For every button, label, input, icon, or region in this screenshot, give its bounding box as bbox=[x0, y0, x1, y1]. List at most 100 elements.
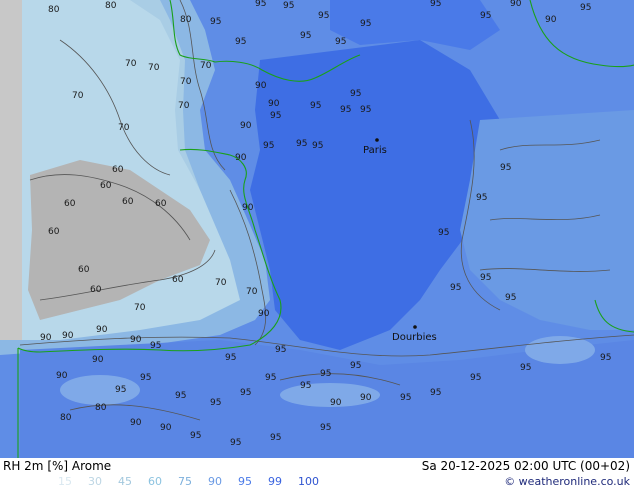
contour-value-label: 90 bbox=[235, 153, 247, 163]
contour-value-label: 80 bbox=[60, 413, 72, 423]
contour-value-label: 95 bbox=[265, 373, 276, 383]
contour-value-label: 95 bbox=[350, 89, 361, 99]
contour-value-label: 95 bbox=[225, 353, 236, 363]
contour-value-label: 95 bbox=[255, 0, 266, 9]
contour-value-label: 95 bbox=[235, 37, 246, 47]
contour-value-label: 90 bbox=[96, 325, 108, 335]
contour-value-label: 90 bbox=[130, 418, 142, 428]
light-patch-2 bbox=[60, 375, 140, 405]
contour-value-label: 95 bbox=[318, 11, 329, 21]
contour-value-label: 95 bbox=[320, 423, 331, 433]
legend-item: 95 bbox=[238, 475, 252, 488]
contour-value-label: 90 bbox=[255, 81, 267, 91]
contour-value-label: 95 bbox=[480, 273, 491, 283]
legend-item: 90 bbox=[208, 475, 222, 488]
contour-value-label: 70 bbox=[148, 63, 160, 73]
map-title: RH 2m [%] Arome bbox=[3, 459, 112, 473]
contour-value-label: 95 bbox=[210, 17, 221, 27]
city-label-paris: Paris bbox=[363, 145, 387, 156]
contour-value-label: 80 bbox=[105, 1, 117, 11]
contour-value-label: 95 bbox=[283, 1, 294, 11]
contour-value-label: 60 bbox=[122, 197, 134, 207]
map-panel: 80 80 80 95 95 95 95 95 95 90 90 95 95 95 95 95 70 70 70 70… bbox=[0, 0, 634, 458]
contour-value-label: 95 bbox=[450, 283, 461, 293]
contour-value-label: 60 bbox=[64, 199, 76, 209]
contour-value-label: 70 bbox=[246, 287, 258, 297]
contour-value-label: 95 bbox=[580, 3, 591, 13]
contour-value-label: 95 bbox=[175, 391, 186, 401]
left-edge-strip bbox=[0, 0, 22, 340]
legend-item: 99 bbox=[268, 475, 282, 488]
contour-value-label: 70 bbox=[125, 59, 137, 69]
contour-value-label: 95 bbox=[480, 11, 491, 21]
legend-item: 15 bbox=[58, 475, 72, 488]
light-patch-1 bbox=[525, 336, 595, 364]
city-label-dourbies: Dourbies bbox=[392, 332, 437, 343]
contour-value-label: 95 bbox=[470, 373, 481, 383]
contour-value-label: 90 bbox=[56, 371, 68, 381]
contour-value-label: 95 bbox=[430, 0, 441, 9]
contour-value-label: 95 bbox=[350, 361, 361, 371]
city-dot-dourbies bbox=[413, 325, 417, 329]
contour-value-label: 95 bbox=[140, 373, 151, 383]
contour-value-label: 90 bbox=[330, 398, 342, 408]
color-legend: 15 30 45 60 75 90 95 99 100 bbox=[58, 475, 328, 488]
contour-value-label: 90 bbox=[545, 15, 557, 25]
contour-value-label: 90 bbox=[40, 333, 52, 343]
contour-value-label: 60 bbox=[90, 285, 102, 295]
contour-value-label: 95 bbox=[335, 37, 346, 47]
contour-value-label: 90 bbox=[160, 423, 172, 433]
contour-value-label: 60 bbox=[155, 199, 167, 209]
contour-value-label: 95 bbox=[505, 293, 516, 303]
contour-value-label: 95 bbox=[520, 363, 531, 373]
contour-value-label: 95 bbox=[310, 101, 321, 111]
contour-value-label: 95 bbox=[190, 431, 201, 441]
contour-value-label: 90 bbox=[258, 309, 270, 319]
contour-value-label: 95 bbox=[400, 393, 411, 403]
legend-item: 100 bbox=[298, 475, 319, 488]
contour-value-label: 95 bbox=[210, 398, 221, 408]
contour-value-label: 95 bbox=[296, 139, 307, 149]
credit-text: © weatheronline.co.uk bbox=[504, 475, 630, 488]
contour-value-label: 95 bbox=[500, 163, 511, 173]
contour-value-label: 70 bbox=[200, 61, 212, 71]
contour-value-label: 95 bbox=[312, 141, 323, 151]
city-dot-paris bbox=[375, 138, 379, 142]
contour-value-label: 90 bbox=[510, 0, 522, 9]
contour-value-label: 60 bbox=[112, 165, 124, 175]
contour-value-label: 90 bbox=[360, 393, 372, 403]
contour-value-label: 60 bbox=[100, 181, 112, 191]
contour-value-label: 70 bbox=[180, 77, 192, 87]
contour-value-label: 95 bbox=[476, 193, 487, 203]
contour-value-label: 95 bbox=[240, 388, 251, 398]
contour-value-label: 90 bbox=[240, 121, 252, 131]
contour-value-label: 95 bbox=[270, 111, 281, 121]
contour-value-label: 95 bbox=[300, 381, 311, 391]
contour-value-label: 70 bbox=[215, 278, 227, 288]
contour-value-label: 80 bbox=[48, 5, 60, 15]
contour-value-label: 90 bbox=[130, 335, 142, 345]
contour-value-label: 80 bbox=[95, 403, 107, 413]
contour-value-label: 90 bbox=[268, 99, 280, 109]
contour-value-label: 95 bbox=[263, 141, 274, 151]
map-datetime: Sa 20-12-2025 02:00 UTC (00+02) bbox=[421, 459, 630, 473]
contour-value-label: 80 bbox=[180, 15, 192, 25]
legend-item: 60 bbox=[148, 475, 162, 488]
contour-value-label: 95 bbox=[300, 31, 311, 41]
contour-value-label: 95 bbox=[600, 353, 611, 363]
contour-value-label: 70 bbox=[178, 101, 190, 111]
contour-value-label: 95 bbox=[275, 345, 286, 355]
contour-value-label: 70 bbox=[134, 303, 146, 313]
contour-value-label: 95 bbox=[230, 438, 241, 448]
contour-value-label: 95 bbox=[340, 105, 351, 115]
contour-value-label: 95 bbox=[360, 105, 371, 115]
legend-item: 30 bbox=[88, 475, 102, 488]
contour-value-label: 95 bbox=[270, 433, 281, 443]
contour-value-label: 95 bbox=[430, 388, 441, 398]
contour-value-label: 95 bbox=[320, 369, 331, 379]
contour-value-label: 90 bbox=[62, 331, 74, 341]
legend-item: 45 bbox=[118, 475, 132, 488]
contour-value-label: 60 bbox=[48, 227, 60, 237]
contour-value-label: 95 bbox=[115, 385, 126, 395]
map-footer: RH 2m [%] Arome Sa 20-12-2025 02:00 UTC … bbox=[0, 458, 634, 490]
